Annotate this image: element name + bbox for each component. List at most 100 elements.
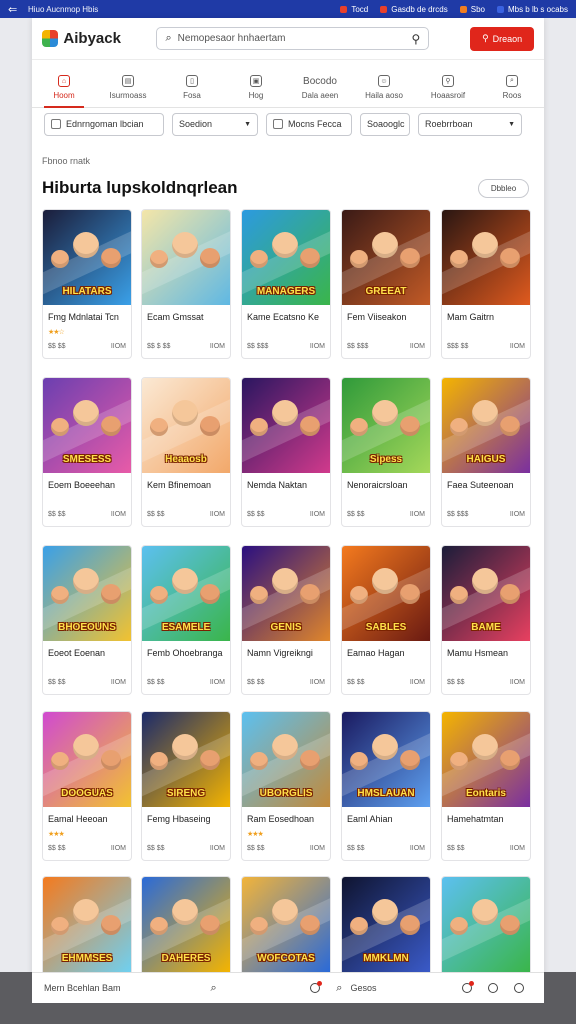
game-card[interactable]: SABLES Eamao Hagan $$ $$ IIOM [341, 545, 431, 695]
game-price: $$ $$ [447, 679, 465, 686]
game-card[interactable]: UBORGLIS Ram Eosedhoan ★★★ $$ $$ IIOM [241, 711, 331, 861]
search-icon[interactable]: ⌕ [336, 982, 342, 995]
game-price: $$ $$ [48, 343, 66, 350]
nav-tab[interactable]: Bocodo Dala aeen [288, 68, 352, 107]
filter-label: Soedion [179, 119, 213, 129]
top-bar-title: Hiuo Aucnmop Hbis [28, 4, 99, 14]
game-title: Nemda Naktan [247, 480, 308, 490]
game-thumbnail-banner: HAIGUS [466, 454, 506, 465]
game-meta: IIOM [409, 511, 425, 518]
notification-icon[interactable] [310, 981, 323, 993]
top-bar-item[interactable]: Gasdb de drcds [380, 5, 448, 14]
game-price: $$ $$ [347, 845, 365, 852]
nav-tab[interactable]: ⌕ Roos [480, 68, 544, 107]
top-bar-item[interactable]: Mbs b lb s ocabs [496, 5, 568, 14]
game-price: $$ $$ [347, 511, 365, 518]
settings-icon[interactable] [488, 983, 498, 993]
game-thumbnail [442, 877, 530, 972]
game-thumbnail: ESAMELE [142, 546, 230, 641]
search-input[interactable]: ⌕ Nemopesaor hnhaertam ⚲ [156, 27, 430, 50]
game-card[interactable]: HMSLAUAN Eaml Ahian $$ $$ IIOM [341, 711, 431, 861]
game-card[interactable]: SMESESS Eoem Boeeehan $$ $$ IIOM [42, 377, 132, 527]
nav-tab-label: Hoom [53, 91, 75, 100]
top-bar-item-label: Sbo [470, 4, 485, 14]
filter-dropdown[interactable]: Ednrngoman lbcian [44, 112, 164, 136]
app-logo-icon[interactable] [42, 30, 59, 47]
game-price: $$ $ $$ [147, 343, 171, 350]
game-price: $$ $$$ [347, 343, 369, 350]
game-card[interactable]: ESAMELE Femb Ohoebranga $$ $$ IIOM [141, 545, 231, 695]
game-thumbnail-banner: GREEAT [365, 286, 407, 297]
chevron-down-icon: ▼ [508, 120, 515, 128]
view-all-button[interactable]: Dbbleo [478, 179, 529, 198]
game-card[interactable]: GENIS Namn Vigreikngi $$ $$ IIOM [241, 545, 331, 695]
game-card[interactable]: Nemda Naktan $$ $$ IIOM [241, 377, 331, 527]
nav-tab[interactable]: ☺ Haila aoso [352, 68, 416, 107]
game-title: Fmg Mdnlatai Tcn [48, 312, 119, 322]
game-card[interactable]: HAIGUS Faea Suteenoan $$ $$$ IIOM [441, 377, 531, 527]
app-logo-text[interactable]: Aibyack [63, 30, 144, 47]
game-card[interactable]: Eontaris Hamehatmtan $$ $$ IIOM [441, 711, 531, 861]
game-meta: IIOM [509, 511, 525, 518]
game-meta: IIOM [509, 845, 525, 852]
game-thumbnail-banner: HMSLAUAN [357, 788, 415, 799]
game-card[interactable]: Sipess Nenoraicrsloan $$ $$ IIOM [341, 377, 431, 527]
game-meta: IIOM [309, 511, 325, 518]
search-submit-icon[interactable]: ⚲ [412, 32, 421, 46]
top-bar-item-icon [496, 5, 504, 13]
game-card[interactable]: BAME Mamu Hsmean $$ $$ IIOM [441, 545, 531, 695]
top-bar-item-icon [340, 5, 348, 13]
game-price: $$ $$$ [247, 343, 269, 350]
game-price: $$ $$ [447, 845, 465, 852]
game-thumbnail-banner: MANAGERS [256, 286, 316, 297]
nav-tab-label: Haila aoso [365, 91, 403, 100]
game-card[interactable]: Heaaosb Kem Bfinemoan $$ $$ IIOM [141, 377, 231, 527]
game-thumbnail: Sipess [342, 378, 430, 473]
filter-dropdown[interactable]: Roebrrboan ▼ [418, 112, 522, 136]
game-thumbnail-banner: Eontaris [465, 788, 506, 799]
nav-tab[interactable]: ▣ Hog [224, 68, 288, 107]
filter-dropdown[interactable]: Mocns Fecca [266, 112, 352, 136]
game-thumbnail-banner: Sipess [369, 454, 403, 465]
primary-action-button[interactable]: ⚲ Dreaon [470, 26, 534, 51]
game-meta: IIOM [509, 343, 525, 350]
bottom-center-text[interactable]: Gesos [350, 983, 376, 993]
filter-dropdown[interactable]: Soaooglc [360, 112, 410, 136]
game-thumbnail: UBORGLIS [242, 712, 330, 807]
game-meta: IIOM [110, 845, 126, 852]
nav-tab[interactable]: ⌂ Hoom [32, 68, 96, 108]
nav-tab-label: Hoaasroif [430, 91, 466, 100]
filter-icon [273, 119, 283, 129]
game-thumbnail-banner: GENIS [270, 622, 302, 633]
game-thumbnail: BHOEOUNS [43, 546, 131, 641]
top-bar-item[interactable]: Sbo [459, 4, 485, 14]
game-thumbnail [142, 210, 230, 305]
back-arrow-icon[interactable]: ⇐ [8, 3, 22, 16]
game-thumbnail: SABLES [342, 546, 430, 641]
game-title: Femb Ohoebranga [147, 648, 223, 658]
search-icon: ⚲ [482, 33, 489, 43]
game-title: Namn Vigreikngi [247, 648, 313, 658]
bottom-search-text[interactable]: Mern Bcehlan Bam [44, 983, 121, 993]
primary-action-label: Dreaon [492, 33, 523, 44]
nav-tab[interactable]: ⚲ Hoaasroif [416, 68, 480, 107]
game-card[interactable]: MANAGERS Kame Ecatsno Ke $$ $$$ IIOM [241, 209, 331, 359]
game-card[interactable]: Mam Gaitrn $$$ $$ IIOM [441, 209, 531, 359]
game-card[interactable]: Ecam Gmssat $$ $ $$ IIOM [141, 209, 231, 359]
game-card[interactable]: HILATARS Fmg Mdnlatai Tcn ★★☆ $$ $$ IIOM [42, 209, 132, 359]
nav-tab-icon: ▤ [122, 75, 134, 87]
nav-tab[interactable]: ▤ Isurmoass [96, 68, 160, 107]
top-bar-item[interactable]: Tocd [340, 5, 368, 14]
search-icon[interactable]: ⌕ [211, 982, 217, 995]
game-card[interactable]: DOOGUAS Eamal Heeoan ★★★ $$ $$ IIOM [42, 711, 132, 861]
game-thumbnail-banner: SABLES [365, 622, 407, 633]
filter-dropdown[interactable]: Soedion ▼ [172, 112, 258, 136]
top-bar-item-label: Tocd [351, 4, 369, 14]
game-meta: IIOM [509, 679, 525, 686]
game-card[interactable]: GREEAT Fem Viiseakon $$ $$$ IIOM [341, 209, 431, 359]
game-card[interactable]: SIRENG Femg Hbaseing $$ $$ IIOM [141, 711, 231, 861]
game-card[interactable]: BHOEOUNS Eoeot Eoenan $$ $$ IIOM [42, 545, 132, 695]
profile-icon[interactable] [514, 983, 524, 993]
alert-icon[interactable] [462, 981, 474, 993]
nav-tab[interactable]: ▯ Fosa [160, 68, 224, 107]
